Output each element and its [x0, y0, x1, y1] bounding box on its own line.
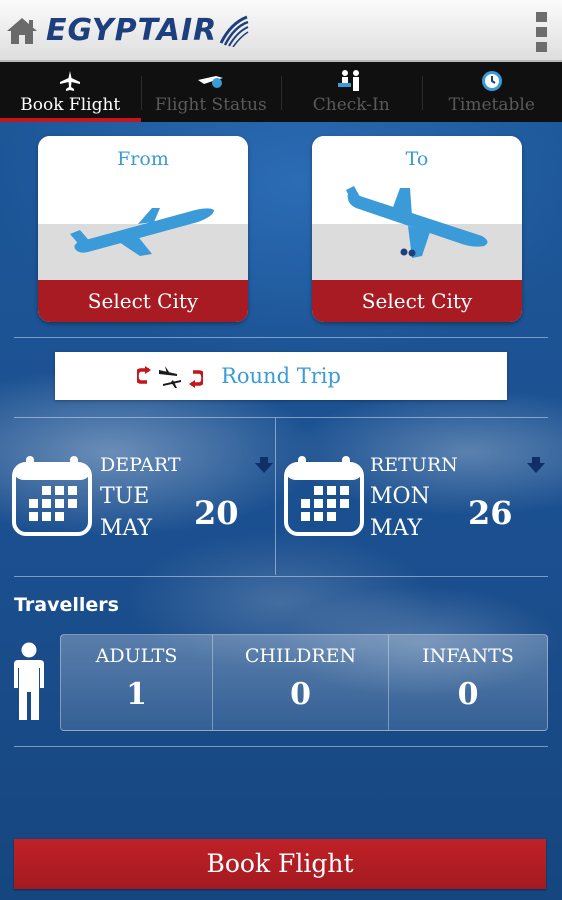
home-icon[interactable]: [6, 16, 38, 46]
return-day: 26: [468, 494, 513, 532]
dropdown-arrow-icon: [527, 457, 545, 473]
logo-text: EGYPTAIR: [46, 12, 218, 48]
dropdown-arrow-icon: [255, 457, 273, 473]
from-select-city-button[interactable]: Select City: [38, 280, 248, 322]
from-city-card[interactable]: From Select City: [38, 136, 248, 322]
travellers-title: Travellers: [14, 594, 119, 616]
plane-icon: [0, 68, 141, 94]
tab-book-flight[interactable]: Book Flight: [0, 62, 141, 122]
return-month: MAY: [370, 516, 423, 541]
tab-label: Flight Status: [154, 95, 267, 115]
to-select-city-button[interactable]: Select City: [312, 280, 522, 322]
infants-label: INFANTS: [422, 645, 514, 667]
depart-weekday: TUE: [100, 484, 150, 509]
return-date-picker[interactable]: RETURN MON MAY 26: [284, 448, 550, 568]
infants-selector[interactable]: INFANTS 0: [388, 635, 547, 730]
date-separator: [275, 418, 276, 575]
divider: [14, 417, 548, 418]
depart-month: MAY: [100, 516, 153, 541]
adults-label: ADULTS: [95, 645, 178, 667]
tab-label: Timetable: [448, 95, 535, 115]
calendar-icon: [284, 456, 364, 536]
children-label: CHILDREN: [244, 645, 357, 667]
egyptair-logo: EGYPTAIR: [46, 10, 249, 50]
from-heading: From: [117, 148, 169, 170]
tab-bar: Book Flight Flight Status Check-In Timet…: [0, 62, 562, 122]
plane-landing-icon: [346, 186, 488, 258]
return-label: RETURN: [370, 454, 458, 476]
depart-date-picker[interactable]: DEPART TUE MAY 20: [12, 448, 275, 568]
passenger-panel: ADULTS 1 CHILDREN 0 INFANTS 0: [60, 634, 548, 731]
tab-label: Check-In: [312, 95, 390, 115]
person-icon: [14, 642, 44, 720]
children-count: 0: [290, 677, 311, 712]
tab-label: Book Flight: [20, 95, 121, 115]
tab-check-in[interactable]: Check-In: [281, 62, 422, 122]
adults-count: 1: [126, 677, 147, 712]
divider: [14, 337, 548, 338]
plane-takeoff-icon: [70, 208, 215, 256]
clock-icon: [422, 68, 562, 94]
divider: [14, 576, 548, 577]
adults-selector[interactable]: ADULTS 1: [61, 635, 212, 730]
trip-type-button[interactable]: Round Trip: [55, 352, 507, 400]
depart-label: DEPART: [100, 454, 181, 476]
horus-wing-icon: [219, 15, 249, 47]
overflow-menu-icon[interactable]: [536, 12, 548, 52]
to-city-card[interactable]: To Select City: [312, 136, 522, 322]
infants-count: 0: [457, 677, 479, 712]
tab-timetable[interactable]: Timetable: [421, 62, 562, 122]
divider: [14, 746, 548, 747]
children-selector[interactable]: CHILDREN 0: [212, 635, 388, 730]
return-weekday: MON: [370, 484, 430, 509]
tab-flight-status[interactable]: Flight Status: [140, 62, 282, 122]
book-flight-button[interactable]: Book Flight: [14, 839, 546, 889]
calendar-icon: [12, 456, 92, 536]
to-heading: To: [405, 148, 429, 170]
check-in-icon: [281, 68, 422, 94]
flight-status-icon: [141, 68, 282, 94]
trip-type-label: Round Trip: [221, 364, 341, 388]
depart-day: 20: [194, 494, 239, 532]
app-header: EGYPTAIR: [0, 0, 562, 62]
